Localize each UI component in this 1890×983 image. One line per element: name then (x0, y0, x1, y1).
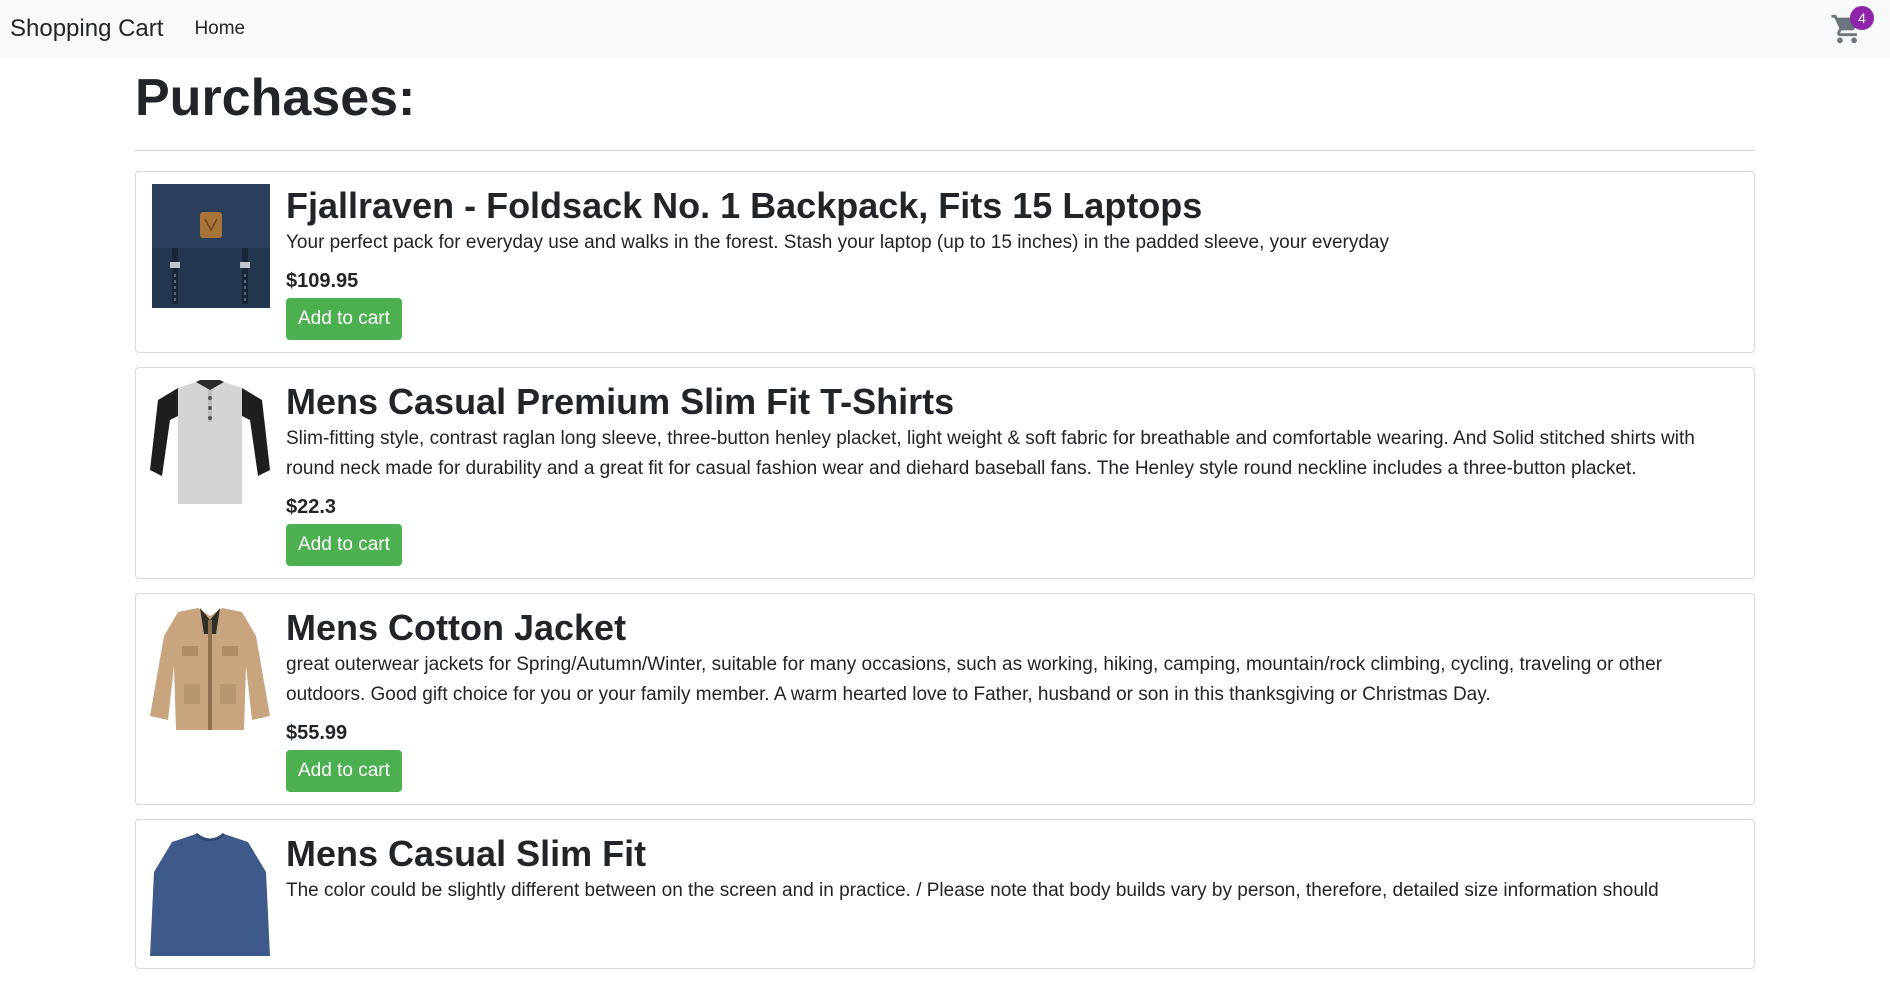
product-info: Mens Casual Slim Fit The color could be … (286, 832, 1742, 956)
add-to-cart-button[interactable]: Add to cart (286, 524, 402, 566)
page-title: Purchases: (135, 69, 416, 127)
product-title[interactable]: Mens Casual Premium Slim Fit T-Shirts (286, 380, 1742, 424)
product-title[interactable]: Fjallraven - Foldsack No. 1 Backpack, Fi… (286, 184, 1742, 228)
product-card: Mens Casual Premium Slim Fit T-Shirts Sl… (135, 367, 1755, 579)
product-card: Mens Casual Slim Fit The color could be … (135, 819, 1755, 969)
product-info: Fjallraven - Foldsack No. 1 Backpack, Fi… (286, 184, 1742, 340)
backpack-image (148, 184, 272, 308)
main-content: Purchases: Fjallraven - Foldsack No. 1 B… (135, 58, 1755, 983)
navbar: Shopping Cart Home 4 (0, 0, 1890, 58)
jacket-image (148, 606, 272, 730)
product-description: great outerwear jackets for Spring/Autum… (286, 654, 1663, 705)
product-card: Mens Cotton Jacket great outerwear jacke… (135, 593, 1755, 805)
cart-count-badge: 4 (1850, 6, 1874, 30)
nav-link-home[interactable]: Home (194, 18, 245, 40)
product-title[interactable]: Mens Casual Slim Fit (286, 832, 1742, 876)
cart-button[interactable]: 4 (1828, 6, 1874, 52)
product-image (148, 380, 272, 504)
add-to-cart-button[interactable]: Add to cart (286, 298, 402, 340)
product-info: Mens Casual Premium Slim Fit T-Shirts Sl… (286, 380, 1742, 566)
product-price: $55.99 (286, 722, 348, 744)
product-image (148, 606, 272, 730)
product-description: The color could be slightly different be… (286, 880, 1659, 901)
product-price: $109.95 (286, 270, 359, 292)
product-image (148, 832, 272, 956)
product-title[interactable]: Mens Cotton Jacket (286, 606, 1742, 650)
product-description: Your perfect pack for everyday use and w… (286, 232, 1389, 253)
longsleeve-image (148, 832, 272, 956)
product-card: Fjallraven - Foldsack No. 1 Backpack, Fi… (135, 171, 1755, 353)
title-divider (135, 150, 1755, 151)
product-image (148, 184, 272, 308)
navbar-brand[interactable]: Shopping Cart (10, 15, 163, 43)
product-price: $22.3 (286, 496, 337, 518)
product-info: Mens Cotton Jacket great outerwear jacke… (286, 606, 1742, 792)
product-description: Slim-fitting style, contrast raglan long… (286, 428, 1695, 479)
add-to-cart-button[interactable]: Add to cart (286, 750, 402, 792)
tshirt-image (148, 380, 272, 504)
